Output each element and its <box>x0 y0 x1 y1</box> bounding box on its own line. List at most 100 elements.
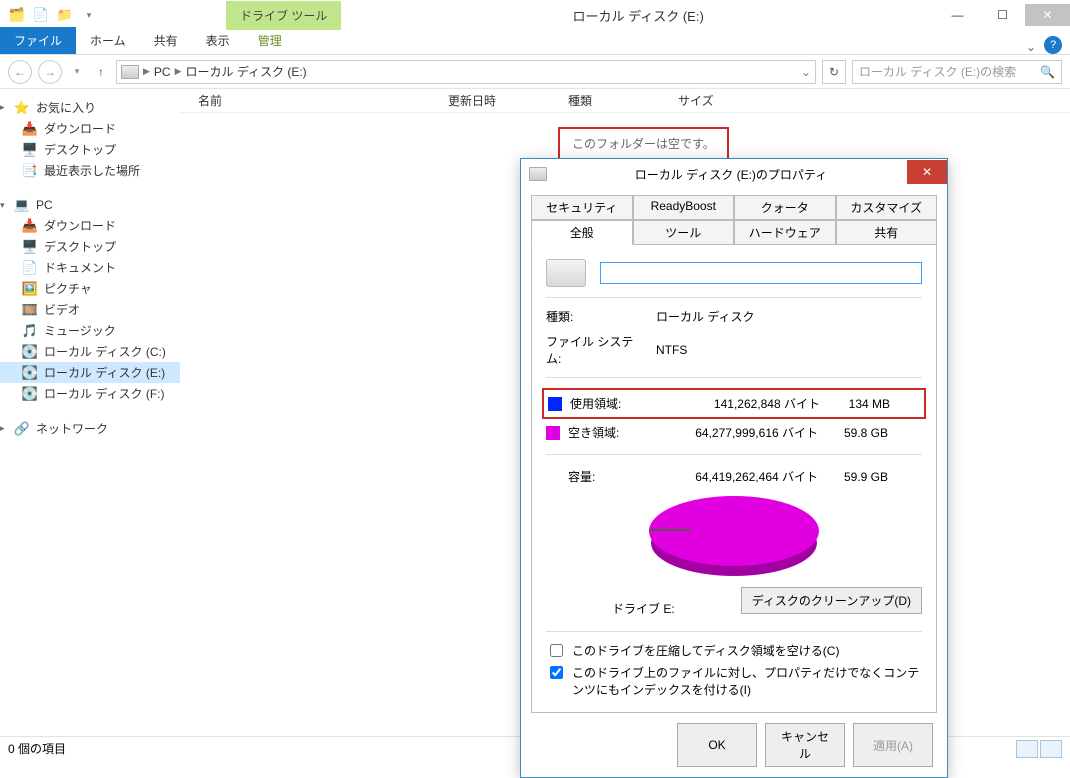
free-bytes: 64,277,999,616 バイト <box>678 424 818 441</box>
filesystem-value: NTFS <box>656 343 687 357</box>
nav-pc-pictures[interactable]: 🖼️ピクチャ <box>0 278 180 299</box>
disk-cleanup-button[interactable]: ディスクのクリーンアップ(D) <box>741 587 922 614</box>
tab-hardware[interactable]: ハードウェア <box>734 220 836 245</box>
index-checkbox[interactable] <box>550 666 563 679</box>
tab-readyboost[interactable]: ReadyBoost <box>633 195 735 220</box>
ribbon-expand-icon[interactable]: ⌄ <box>1018 40 1044 54</box>
nav-pc-local-f[interactable]: 💽ローカル ディスク (F:) <box>0 383 180 404</box>
dialog-buttons: OK キャンセル 適用(A) <box>521 713 947 777</box>
maximize-button[interactable]: ☐ <box>980 4 1025 26</box>
properties-dialog: ローカル ディスク (E:)のプロパティ ✕ セキュリティ ReadyBoost… <box>520 158 948 778</box>
drive-icon <box>529 167 547 181</box>
column-name[interactable]: 名前 <box>190 92 440 109</box>
view-buttons <box>1016 740 1062 758</box>
column-type[interactable]: 種類 <box>560 92 670 109</box>
chevron-right-icon[interactable]: ▶ <box>143 66 150 77</box>
back-button[interactable]: ← <box>8 60 32 84</box>
crumb-drive[interactable]: ローカル ディスク (E:) <box>186 63 307 80</box>
ribbon-tabs: ファイル ホーム 共有 表示 管理 ⌄ ? <box>0 30 1070 55</box>
tab-security[interactable]: セキュリティ <box>531 195 633 220</box>
tab-view[interactable]: 表示 <box>192 27 244 54</box>
navigation-pane: ▸⭐お気に入り 📥ダウンロード 🖥️デスクトップ 📑最近表示した場所 ▾💻PC … <box>0 89 180 736</box>
column-headers: 名前 更新日時 種類 サイズ <box>180 89 1070 113</box>
star-icon: ⭐ <box>14 100 30 116</box>
drive-icon: 💽 <box>22 344 38 360</box>
compress-label: このドライブを圧縮してディスク領域を空ける(C) <box>572 642 839 659</box>
nav-fav-downloads[interactable]: 📥ダウンロード <box>0 118 180 139</box>
nav-fav-desktop[interactable]: 🖥️デスクトップ <box>0 139 180 160</box>
tab-home[interactable]: ホーム <box>76 27 140 54</box>
qat-newfolder-icon[interactable]: 📁 <box>54 4 76 26</box>
column-size[interactable]: サイズ <box>670 92 750 109</box>
nav-fav-recent[interactable]: 📑最近表示した場所 <box>0 160 180 181</box>
used-swatch <box>548 397 562 411</box>
nav-pc-desktop[interactable]: 🖥️デスクトップ <box>0 236 180 257</box>
crumb-pc[interactable]: PC <box>154 65 171 79</box>
window-buttons: — ☐ ✕ <box>935 4 1070 26</box>
tab-quota[interactable]: クォータ <box>734 195 836 220</box>
forward-button[interactable]: → <box>38 60 62 84</box>
picture-icon: 🖼️ <box>22 281 38 297</box>
apply-button[interactable]: 適用(A) <box>853 723 933 767</box>
capacity-size: 59.9 GB <box>818 470 888 484</box>
breadcrumb[interactable]: ▶ PC ▶ ローカル ディスク (E:) ⌄ <box>116 60 816 84</box>
cancel-button[interactable]: キャンセル <box>765 723 845 767</box>
free-label: 空き領域: <box>568 424 678 441</box>
app-icon: 🗂️ <box>6 4 28 26</box>
tab-manage[interactable]: 管理 <box>244 27 296 54</box>
drive-icon: 💽 <box>22 386 38 402</box>
address-bar: ← → ▾ ↑ ▶ PC ▶ ローカル ディスク (E:) ⌄ ↻ ローカル デ… <box>0 55 1070 89</box>
free-size: 59.8 GB <box>818 426 888 440</box>
column-date[interactable]: 更新日時 <box>440 92 560 109</box>
drive-large-icon <box>546 259 586 287</box>
video-icon: 🎞️ <box>22 302 38 318</box>
tab-share[interactable]: 共有 <box>140 27 192 54</box>
nav-network[interactable]: ▸🔗ネットワーク <box>0 418 180 439</box>
refresh-button[interactable]: ↻ <box>822 60 846 84</box>
window-title: ローカル ディスク (E:) <box>341 6 935 25</box>
chevron-down-icon[interactable]: ⌄ <box>801 65 811 79</box>
nav-favorites[interactable]: ▸⭐お気に入り <box>0 97 180 118</box>
dialog-body: 種類:ローカル ディスク ファイル システム:NTFS 使用領域: 141,26… <box>531 245 937 713</box>
ok-button[interactable]: OK <box>677 723 757 767</box>
nav-pc-music[interactable]: 🎵ミュージック <box>0 320 180 341</box>
download-icon: 📥 <box>22 121 38 137</box>
nav-pc[interactable]: ▾💻PC <box>0 195 180 215</box>
desktop-icon: 🖥️ <box>22 142 38 158</box>
dialog-titlebar[interactable]: ローカル ディスク (E:)のプロパティ ✕ <box>521 159 947 189</box>
nav-pc-documents[interactable]: 📄ドキュメント <box>0 257 180 278</box>
tab-customize[interactable]: カスタマイズ <box>836 195 938 220</box>
empty-folder-message: このフォルダーは空です。 <box>558 127 729 160</box>
dialog-tabs: セキュリティ ReadyBoost クォータ カスタマイズ 全般 ツール ハード… <box>521 189 947 245</box>
nav-pc-local-c[interactable]: 💽ローカル ディスク (C:) <box>0 341 180 362</box>
used-space-highlight: 使用領域: 141,262,848 バイト 134 MB <box>542 388 926 419</box>
used-label: 使用領域: <box>570 395 680 412</box>
nav-pc-downloads[interactable]: 📥ダウンロード <box>0 215 180 236</box>
chevron-right-icon[interactable]: ▶ <box>175 66 182 77</box>
icons-view-button[interactable] <box>1040 740 1062 758</box>
nav-pc-videos[interactable]: 🎞️ビデオ <box>0 299 180 320</box>
status-item-count: 0 個の項目 <box>8 740 66 757</box>
qat-dropdown-icon[interactable]: ▾ <box>78 4 100 26</box>
index-checkbox-row[interactable]: このドライブ上のファイルに対し、プロパティだけでなくコンテンツにもインデックスを… <box>546 664 922 698</box>
volume-name-input[interactable] <box>600 262 922 284</box>
search-input[interactable]: ローカル ディスク (E:)の検索 🔍 <box>852 60 1062 84</box>
nav-pc-local-e[interactable]: 💽ローカル ディスク (E:) <box>0 362 180 383</box>
tab-tools[interactable]: ツール <box>633 220 735 245</box>
recent-locations-icon[interactable]: ▾ <box>68 66 86 77</box>
dialog-close-button[interactable]: ✕ <box>907 160 947 184</box>
close-button[interactable]: ✕ <box>1025 4 1070 26</box>
drive-icon: 💽 <box>22 365 38 381</box>
compress-checkbox-row[interactable]: このドライブを圧縮してディスク領域を空ける(C) <box>546 642 922 660</box>
up-button[interactable]: ↑ <box>92 65 110 79</box>
details-view-button[interactable] <box>1016 740 1038 758</box>
tab-file[interactable]: ファイル <box>0 27 76 54</box>
tab-sharing[interactable]: 共有 <box>836 220 938 245</box>
used-size: 134 MB <box>820 397 890 411</box>
minimize-button[interactable]: — <box>935 4 980 26</box>
tab-general[interactable]: 全般 <box>531 220 633 245</box>
qat-properties-icon[interactable]: 📄 <box>30 4 52 26</box>
compress-checkbox[interactable] <box>550 644 563 657</box>
help-icon[interactable]: ? <box>1044 36 1062 54</box>
dialog-title: ローカル ディスク (E:)のプロパティ <box>555 166 907 183</box>
